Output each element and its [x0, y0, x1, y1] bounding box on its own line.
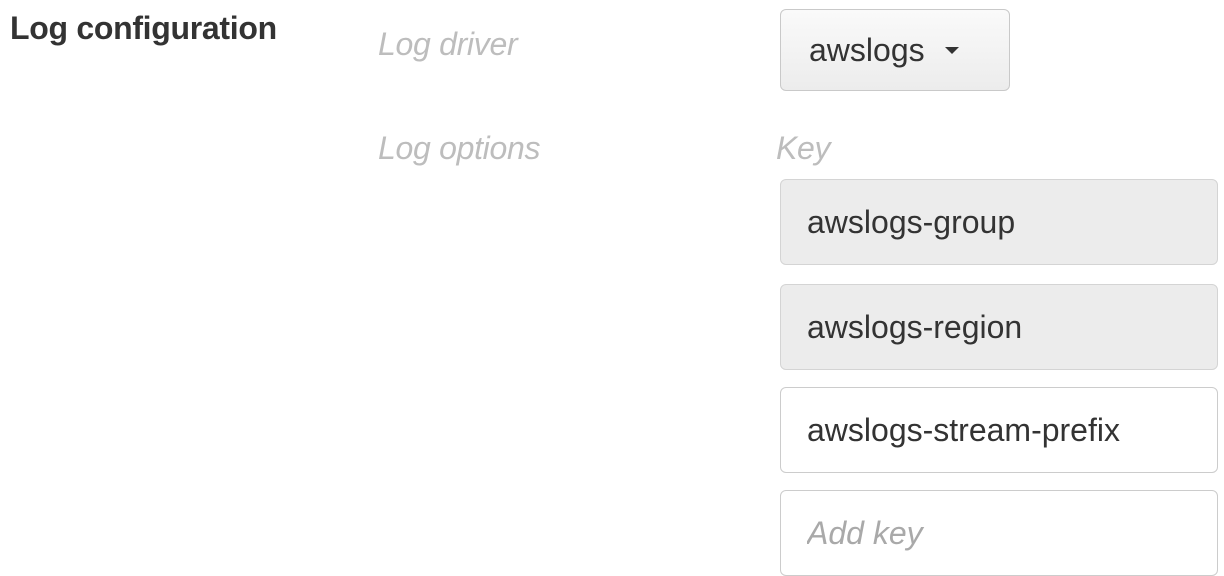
log-option-key-awslogs-group: [780, 179, 1218, 265]
log-driver-selected-value: awslogs: [809, 31, 925, 68]
log-driver-select[interactable]: awslogs: [780, 9, 1010, 91]
key-column-header: Key: [776, 130, 831, 166]
log-options-label: Log options: [378, 130, 541, 166]
log-option-key-awslogs-stream-prefix[interactable]: [780, 387, 1218, 473]
section-title: Log configuration: [10, 10, 277, 46]
log-driver-label: Log driver: [378, 26, 518, 62]
log-option-key-awslogs-region: [780, 284, 1218, 370]
caret-down-icon: [944, 46, 959, 54]
add-key-input[interactable]: [780, 490, 1218, 576]
